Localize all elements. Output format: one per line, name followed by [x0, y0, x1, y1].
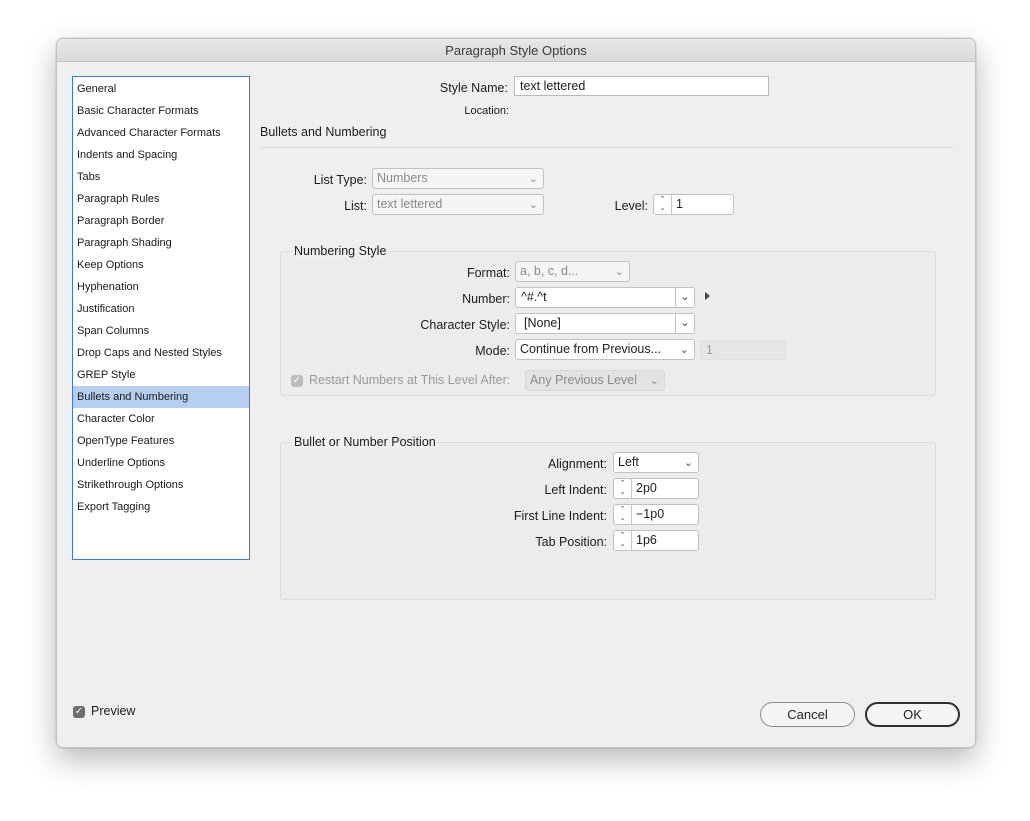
- level-stepper[interactable]: ⌃ ⌄ 1: [653, 194, 734, 215]
- style-name-label: Style Name:: [439, 81, 508, 95]
- cancel-button[interactable]: Cancel: [760, 702, 855, 727]
- stepper-arrows-icon[interactable]: ⌃ ⌄: [654, 195, 672, 214]
- mode-select[interactable]: Continue from Previous... ⌄: [515, 339, 695, 360]
- chevron-down-icon: ⌄: [614, 266, 624, 278]
- sidebar-item-opentype-features[interactable]: OpenType Features: [73, 430, 249, 452]
- left-indent-stepper[interactable]: ⌃ ⌄ 2p0: [613, 478, 699, 499]
- tab-position-stepper[interactable]: ⌃ ⌄ 1p6: [613, 530, 699, 551]
- number-combo[interactable]: ^#.^t ⌄: [515, 287, 695, 308]
- restart-level-select[interactable]: Any Previous Level ⌄: [525, 370, 665, 391]
- dialog-content: General Basic Character Formats Advanced…: [57, 62, 975, 747]
- first-line-indent-stepper[interactable]: ⌃ ⌄ −1p0: [613, 504, 699, 525]
- sidebar-item-underline-options[interactable]: Underline Options: [73, 452, 249, 474]
- chevron-down-icon: ⌄: [528, 199, 538, 211]
- preview-checkbox[interactable]: ✓: [73, 706, 85, 718]
- sidebar-item-paragraph-border[interactable]: Paragraph Border: [73, 210, 249, 232]
- level-value: 1: [676, 197, 683, 211]
- sidebar-item-paragraph-rules[interactable]: Paragraph Rules: [73, 188, 249, 210]
- paragraph-style-options-dialog: Paragraph Style Options General Basic Ch…: [56, 38, 976, 748]
- insert-special-character-arrow-icon[interactable]: [705, 292, 710, 300]
- sidebar-item-paragraph-shading[interactable]: Paragraph Shading: [73, 232, 249, 254]
- sidebar-item-export-tagging[interactable]: Export Tagging: [73, 496, 249, 518]
- first-line-indent-label: First Line Indent:: [513, 509, 607, 523]
- chevron-down-icon: ⌄: [528, 173, 538, 185]
- alignment-select[interactable]: Left ⌄: [613, 452, 699, 473]
- alignment-label: Alignment:: [547, 457, 607, 471]
- character-style-value: [None]: [524, 316, 561, 330]
- alignment-value: Left: [618, 455, 639, 469]
- format-label: Format:: [466, 266, 510, 280]
- mode-value: Continue from Previous...: [520, 342, 662, 356]
- restart-numbers-label: Restart Numbers at This Level After:: [309, 373, 511, 387]
- list-type-select[interactable]: Numbers ⌄: [372, 168, 544, 189]
- bullet-position-group: [280, 442, 936, 600]
- sidebar-item-justification[interactable]: Justification: [73, 298, 249, 320]
- format-select[interactable]: a, b, c, d... ⌄: [515, 261, 630, 282]
- window-title: Paragraph Style Options: [445, 43, 587, 58]
- character-style-select[interactable]: [None] ⌄: [515, 313, 695, 334]
- section-title: Bullets and Numbering: [260, 125, 387, 139]
- location-label: Location:: [464, 105, 509, 117]
- sidebar-item-general[interactable]: General: [73, 78, 249, 100]
- sidebar-item-tabs[interactable]: Tabs: [73, 166, 249, 188]
- list-type-label: List Type:: [313, 173, 367, 187]
- restart-numbers-checkbox[interactable]: ✓: [291, 375, 303, 387]
- sidebar-item-indents-and-spacing[interactable]: Indents and Spacing: [73, 144, 249, 166]
- mode-start-number-input[interactable]: 1: [700, 340, 786, 360]
- bullet-position-title: Bullet or Number Position: [292, 435, 438, 449]
- sidebar-item-drop-caps-and-nested-styles[interactable]: Drop Caps and Nested Styles: [73, 342, 249, 364]
- chevron-down-icon: ⌄: [679, 344, 689, 356]
- sidebar-item-character-color[interactable]: Character Color: [73, 408, 249, 430]
- left-indent-label: Left Indent:: [544, 483, 607, 497]
- chevron-down-icon[interactable]: ⌄: [675, 314, 694, 333]
- tab-position-label: Tab Position:: [535, 535, 607, 549]
- number-label: Number:: [462, 292, 510, 306]
- chevron-down-icon: ⌄: [683, 457, 693, 469]
- tab-position-value: 1p6: [636, 533, 657, 547]
- style-name-input[interactable]: text lettered: [514, 76, 769, 96]
- list-type-value: Numbers: [377, 171, 428, 185]
- stepper-arrows-icon[interactable]: ⌃ ⌄: [614, 479, 632, 498]
- stepper-arrows-icon[interactable]: ⌃ ⌄: [614, 531, 632, 550]
- sidebar-item-grep-style[interactable]: GREP Style: [73, 364, 249, 386]
- format-value: a, b, c, d...: [520, 264, 579, 278]
- preview-label: Preview: [91, 704, 136, 718]
- sidebar-item-bullets-and-numbering[interactable]: Bullets and Numbering: [73, 386, 249, 408]
- left-indent-value: 2p0: [636, 481, 657, 495]
- character-style-label: Character Style:: [420, 318, 510, 332]
- stepper-arrows-icon[interactable]: ⌃ ⌄: [614, 505, 632, 524]
- list-label: List:: [344, 199, 367, 213]
- ok-button[interactable]: OK: [865, 702, 960, 727]
- list-value: text lettered: [377, 197, 443, 211]
- sidebar-item-basic-character-formats[interactable]: Basic Character Formats: [73, 100, 249, 122]
- list-select[interactable]: text lettered ⌄: [372, 194, 544, 215]
- section-divider: [260, 147, 954, 148]
- first-line-indent-value: −1p0: [636, 507, 665, 521]
- title-bar[interactable]: Paragraph Style Options: [57, 39, 975, 62]
- sidebar-item-strikethrough-options[interactable]: Strikethrough Options: [73, 474, 249, 496]
- chevron-down-icon: ⌄: [649, 375, 659, 387]
- restart-level-value: Any Previous Level: [530, 373, 638, 387]
- sidebar-item-keep-options[interactable]: Keep Options: [73, 254, 249, 276]
- category-list[interactable]: General Basic Character Formats Advanced…: [72, 76, 250, 560]
- numbering-style-title: Numbering Style: [292, 244, 389, 258]
- number-value: ^#.^t: [521, 290, 547, 304]
- level-label: Level:: [614, 199, 648, 213]
- chevron-down-icon[interactable]: ⌄: [675, 288, 694, 307]
- sidebar-item-advanced-character-formats[interactable]: Advanced Character Formats: [73, 122, 249, 144]
- sidebar-item-hyphenation[interactable]: Hyphenation: [73, 276, 249, 298]
- mode-label: Mode:: [475, 344, 510, 358]
- sidebar-item-span-columns[interactable]: Span Columns: [73, 320, 249, 342]
